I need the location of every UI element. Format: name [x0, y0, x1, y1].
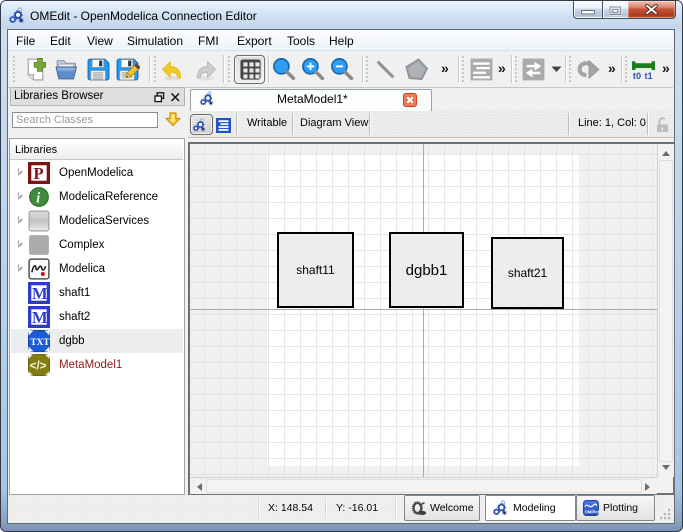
svg-text:M: M [32, 308, 48, 327]
svg-text:TXT: TXT [30, 338, 50, 348]
svg-text:OMPlot: OMPlot [585, 509, 599, 514]
svg-text:</>: </> [30, 361, 47, 373]
svg-text:i: i [36, 191, 40, 207]
svg-text:t0: t0 [633, 71, 641, 81]
svg-text:M: M [32, 284, 48, 303]
svg-text:P: P [34, 164, 44, 183]
svg-text:t1: t1 [644, 71, 652, 81]
